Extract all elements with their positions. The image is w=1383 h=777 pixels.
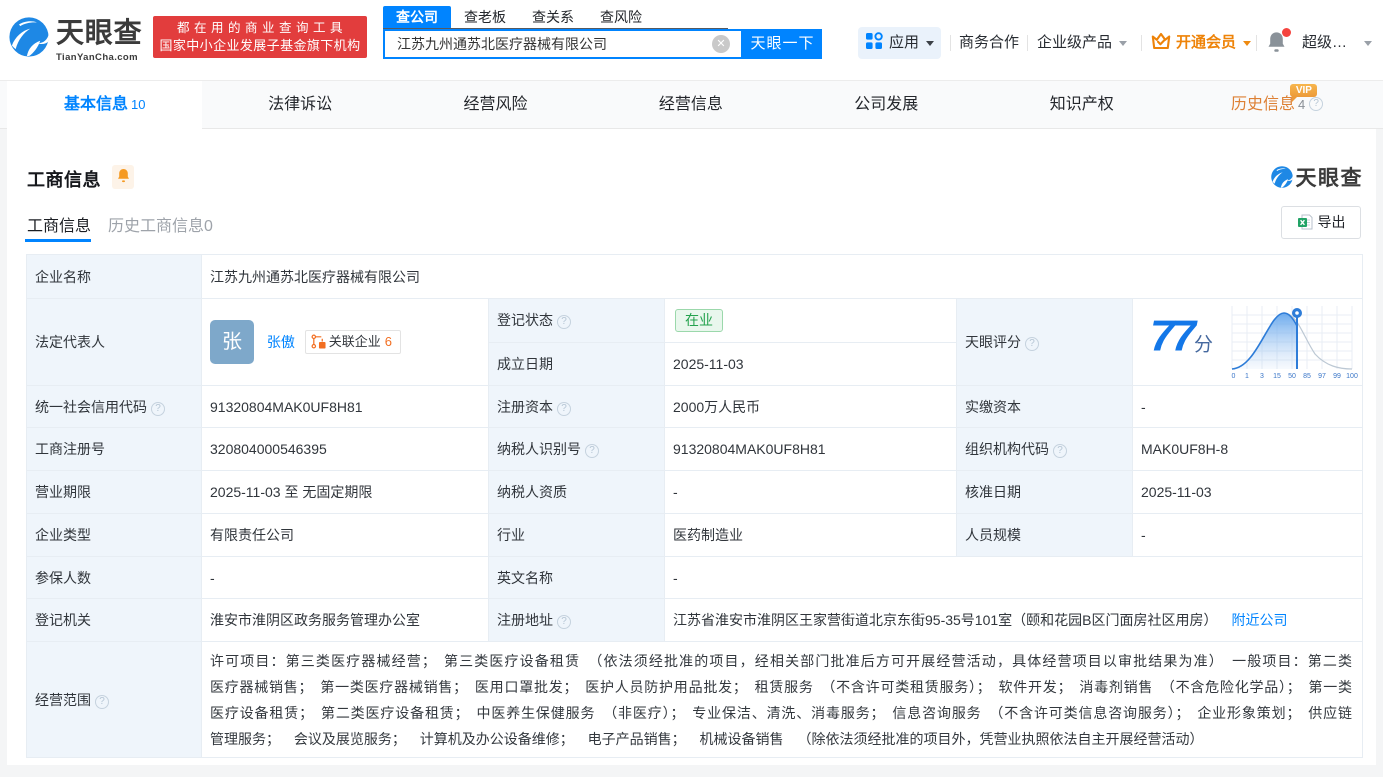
svg-text:3: 3: [1260, 373, 1264, 380]
svg-text:1: 1: [1245, 373, 1249, 380]
svg-text:99: 99: [1333, 373, 1341, 380]
svg-text:85: 85: [1303, 373, 1311, 380]
svg-text:50: 50: [1288, 373, 1296, 380]
svg-text:97: 97: [1318, 373, 1326, 380]
svg-text:100: 100: [1346, 373, 1358, 380]
svg-text:15: 15: [1273, 373, 1281, 380]
svg-text:0: 0: [1232, 373, 1236, 380]
